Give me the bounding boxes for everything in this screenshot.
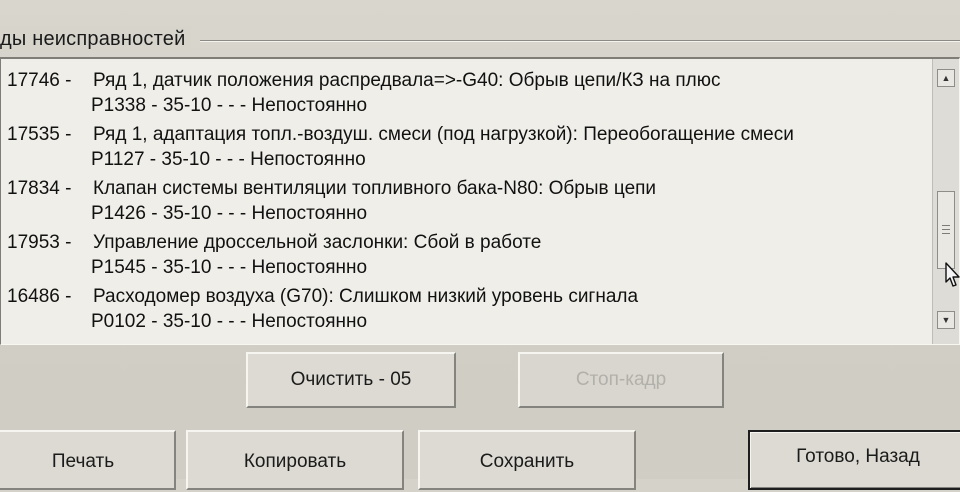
fault-item[interactable]: 17746 - Ряд 1, датчик положения распредва… [1, 63, 929, 117]
scroll-thumb[interactable] [937, 191, 955, 269]
fault-line-primary: 17953 - Управление дроссельной заслонки: … [7, 231, 541, 255]
clear-button[interactable]: Очистить - 05 [246, 352, 456, 408]
scroll-down-arrow-icon[interactable]: ▼ [937, 311, 955, 329]
copy-button[interactable]: Копировать [186, 430, 404, 490]
fault-detail: P0102 - 35-10 - - - Непостоянно [91, 311, 368, 332]
done-back-button[interactable]: Готово, Назад [748, 430, 960, 490]
fault-code: 16486 - [7, 286, 72, 307]
fault-description: Ряд 1, датчик положения распредвала=>-G4… [93, 70, 721, 91]
fault-detail: P1426 - 35-10 - - - Непостоянно [91, 203, 368, 224]
fault-description: Расходомер воздуха (G70): Слишком низкий… [93, 286, 639, 307]
freeze-frame-button[interactable]: Стоп-кадр [518, 352, 724, 408]
fault-detail: P1545 - 35-10 - - - Непостоянно [91, 257, 368, 278]
fault-description: Ряд 1, адаптация топл.-воздуш. смеси (по… [93, 124, 794, 145]
thumb-grip-line [942, 229, 950, 230]
fault-line-primary: 17834 - Клапан системы вентиляции топливн… [7, 177, 656, 201]
fault-item[interactable]: 16486 - Расходомер воздуха (G70): Слишком… [1, 279, 929, 333]
fault-item[interactable]: 17535 - Ряд 1, адаптация топл.-воздуш. см… [1, 117, 929, 171]
fault-codes-window: ды неисправностей 17746 - Ряд 1, датчик п… [0, 0, 960, 490]
save-button[interactable]: Сохранить [418, 430, 636, 490]
fault-code: 17834 - [7, 178, 72, 199]
fault-description: Клапан системы вентиляции топливного бак… [93, 178, 657, 199]
fault-code: 17746 - [7, 70, 72, 91]
fault-item[interactable]: 17953 - Управление дроссельной заслонки: … [1, 225, 929, 279]
fault-line-primary: 17746 - Ряд 1, датчик положения распредва… [7, 69, 720, 93]
group-divider [200, 40, 960, 42]
fault-list[interactable]: 17746 - Ряд 1, датчик положения распредва… [0, 57, 960, 345]
fault-line-primary: 16486 - Расходомер воздуха (G70): Слишком… [7, 285, 638, 309]
thumb-grip-line [942, 233, 950, 234]
fault-description: Управление дроссельной заслонки: Сбой в … [93, 232, 542, 253]
scroll-up-arrow-icon[interactable]: ▲ [937, 69, 955, 87]
fault-detail: P1338 - 35-10 - - - Непостоянно [91, 95, 368, 116]
group-title: ды неисправностей [0, 26, 192, 52]
fault-item[interactable]: 17834 - Клапан системы вентиляции топливн… [1, 171, 929, 225]
thumb-grip-line [942, 225, 950, 226]
fault-list-content: 17746 - Ряд 1, датчик положения распредва… [1, 63, 929, 333]
fault-line-primary: 17535 - Ряд 1, адаптация топл.-воздуш. см… [7, 123, 794, 147]
mouse-pointer-icon [945, 262, 960, 287]
print-button[interactable]: Печать [0, 430, 176, 490]
fault-detail: P1127 - 35-10 - - - Непостоянно [91, 149, 366, 170]
vertical-scrollbar[interactable]: ▲ ▼ [932, 59, 959, 344]
fault-code: 17953 - [7, 232, 72, 253]
fault-code: 17535 - [7, 124, 72, 145]
